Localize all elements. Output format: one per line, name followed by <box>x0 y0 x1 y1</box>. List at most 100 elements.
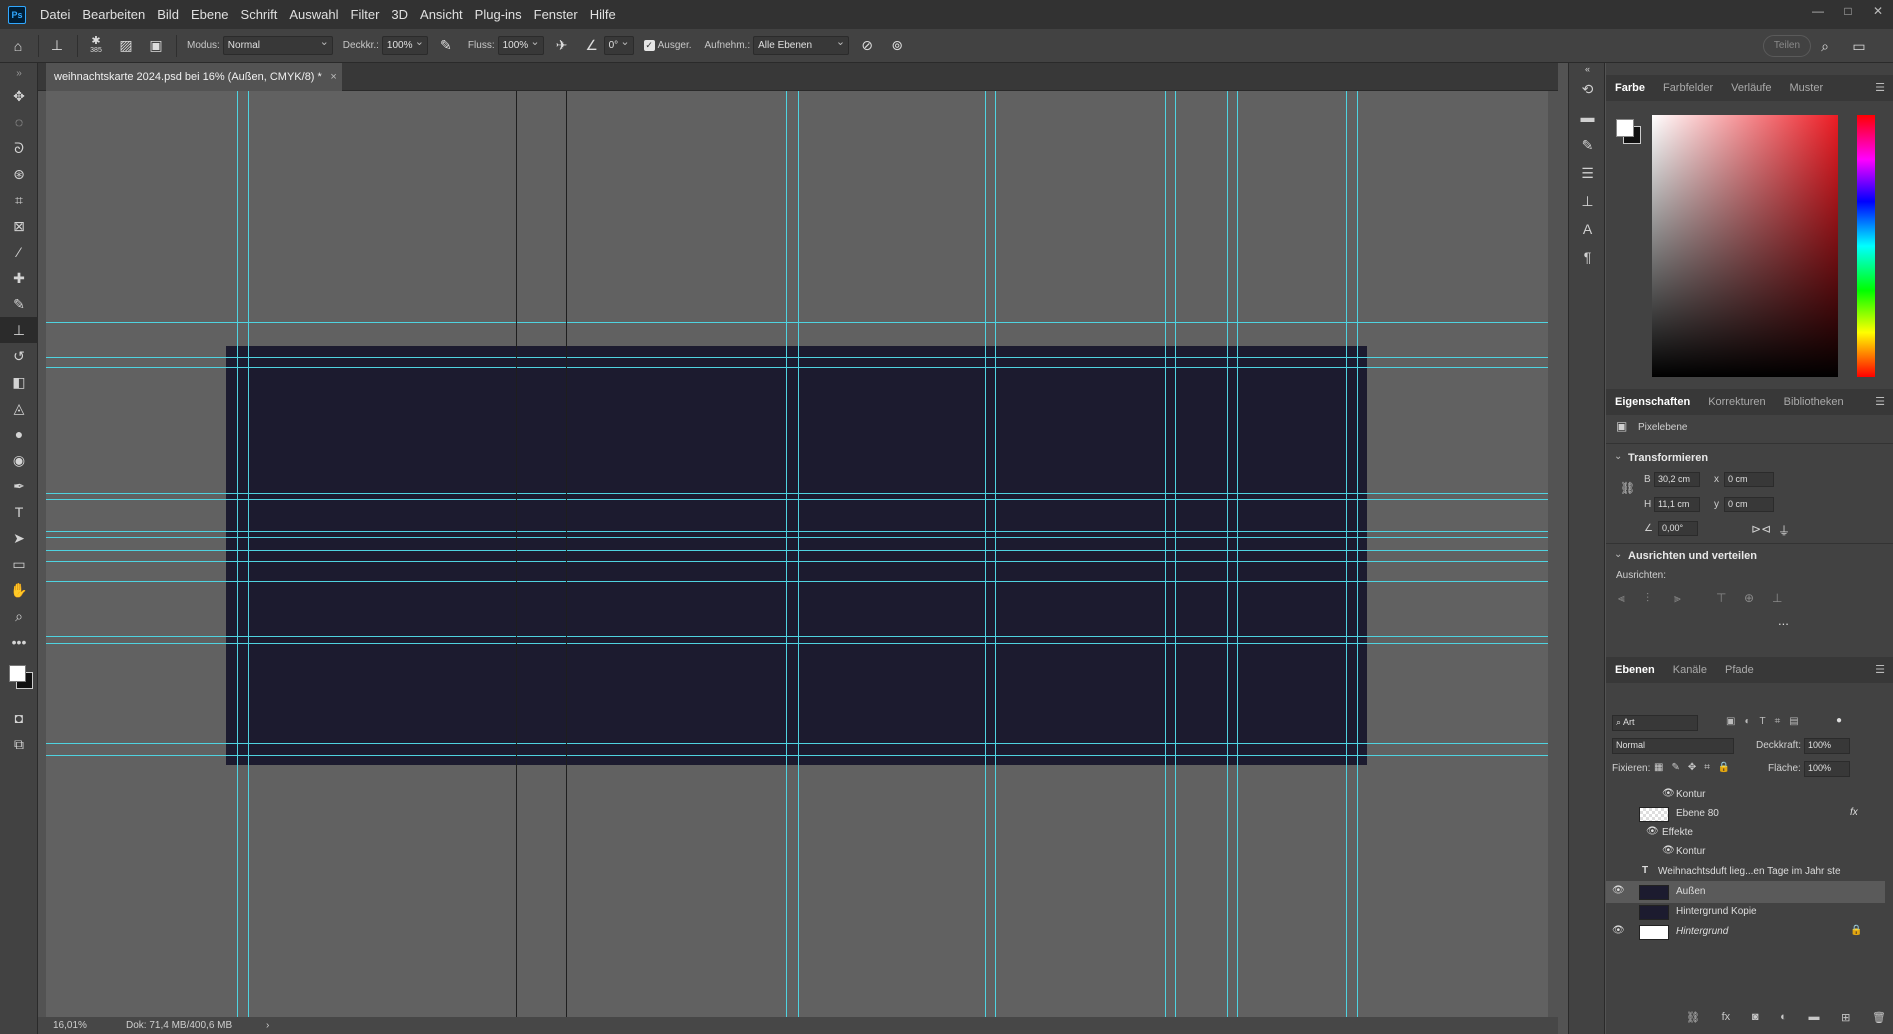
foreground-color-swatch[interactable] <box>9 665 26 682</box>
hue-slider[interactable] <box>1857 115 1875 377</box>
screen-mode-icon[interactable]: ⧉ <box>0 731 38 757</box>
tab-pfade[interactable]: Pfade <box>1716 657 1763 683</box>
align-left-icon[interactable]: ⫷ <box>1618 591 1625 606</box>
dodge-tool-icon[interactable]: ◉ <box>0 447 38 473</box>
layer-fill-input[interactable]: 100% <box>1804 761 1850 777</box>
lasso-tool-icon[interactable]: ᘐ <box>0 135 38 161</box>
collapse-toolbar-icon[interactable]: » <box>0 63 38 83</box>
history-brush-tool-icon[interactable]: ↺ <box>0 343 38 369</box>
chevron-down-icon[interactable]: ⌄ <box>1614 549 1622 560</box>
comments-icon[interactable]: ▬ <box>1569 103 1606 131</box>
more-options-button[interactable]: ... <box>1778 613 1789 628</box>
adjustments-icon[interactable]: ☰ <box>1569 159 1606 187</box>
frame-tool-icon[interactable]: ⊠ <box>0 213 38 239</box>
menu-ebene[interactable]: Ebene <box>185 0 235 29</box>
fx-add-icon[interactable]: fx <box>1722 1011 1731 1024</box>
menu-schrift[interactable]: Schrift <box>235 0 284 29</box>
menu-plugins[interactable]: Plug-ins <box>469 0 528 29</box>
crop-tool-icon[interactable]: ⌗ <box>0 187 38 213</box>
eye-icon[interactable]: 👁 <box>1612 885 1625 896</box>
paint-bucket-tool-icon[interactable]: ◬ <box>0 395 38 421</box>
new-layer-icon[interactable]: ⊞ <box>1841 1011 1850 1024</box>
height-input[interactable]: 11,1 cm <box>1654 497 1700 512</box>
chevron-down-icon[interactable]: ⌄ <box>1614 451 1622 462</box>
close-window-button[interactable]: ✕ <box>1863 0 1893 29</box>
share-button[interactable]: Teilen <box>1763 35 1811 57</box>
healing-brush-tool-icon[interactable]: ✚ <box>0 265 38 291</box>
menu-bild[interactable]: Bild <box>151 0 185 29</box>
eye-icon[interactable]: 👁 <box>1662 788 1675 799</box>
eyedropper-tool-icon[interactable]: ⁄ <box>0 239 38 265</box>
blur-tool-icon[interactable]: ● <box>0 421 38 447</box>
marquee-tool-icon[interactable]: ◌ <box>0 109 38 135</box>
clone-stamp-preset-icon[interactable]: ⊥ <box>45 34 69 58</box>
layer-filter-icons[interactable]: ▣◐T⌗▤ <box>1726 716 1808 727</box>
status-arrow-icon[interactable]: › <box>266 1017 269 1034</box>
layer-row[interactable]: 👁 Kontur <box>1606 841 1885 863</box>
collapse-strip-icon[interactable]: « <box>1569 63 1606 75</box>
paragraph-icon[interactable]: ¶ <box>1569 243 1606 271</box>
align-top-icon[interactable]: ⊤ <box>1716 591 1726 605</box>
clone-stamp-tool-icon[interactable]: ⊥ <box>0 317 38 343</box>
brush-tool-icon[interactable]: ✎ <box>0 291 38 317</box>
blend-mode-select[interactable]: Normal <box>1612 738 1734 754</box>
maximize-button[interactable]: □ <box>1833 0 1863 29</box>
sample-select[interactable]: Alle Ebenen <box>753 34 850 55</box>
workspace-icon[interactable]: ▭ <box>1847 34 1871 58</box>
flip-vertical-icon[interactable]: ⏚ <box>1778 522 1790 539</box>
align-middle-icon[interactable]: ⊕ <box>1744 591 1754 605</box>
clone-source-panel-icon[interactable]: ⊥ <box>1569 187 1606 215</box>
lock-icons[interactable]: ▦✎✥⌗🔒 <box>1654 762 1738 773</box>
eye-icon[interactable]: 👁 <box>1662 845 1675 856</box>
history-icon[interactable]: ⟲ <box>1569 75 1606 103</box>
close-document-icon[interactable]: × <box>330 63 336 91</box>
pressure-opacity-icon[interactable]: ✎ <box>434 34 458 58</box>
menu-auswahl[interactable]: Auswahl <box>283 0 344 29</box>
quick-mask-icon[interactable]: ◘ <box>0 705 38 731</box>
brush-preset-picker[interactable]: ✱ 385 <box>84 34 108 58</box>
ignore-adjustment-layers-icon[interactable]: ⊘ <box>855 34 879 58</box>
more-tools-icon[interactable]: ••• <box>0 629 38 655</box>
quick-selection-tool-icon[interactable]: ⊛ <box>0 161 38 187</box>
tab-ebenen[interactable]: Ebenen <box>1606 657 1664 683</box>
type-tool-icon[interactable]: T <box>0 499 38 525</box>
eraser-tool-icon[interactable]: ◧ <box>0 369 38 395</box>
rectangle-tool-icon[interactable]: ▭ <box>0 551 38 577</box>
pressure-size-icon[interactable]: ⊚ <box>885 34 909 58</box>
zoom-tool-icon[interactable]: ⌕ <box>0 603 38 629</box>
layer-row[interactable]: Hintergrund Kopie <box>1606 901 1885 923</box>
fx-icon[interactable]: fx <box>1850 807 1858 818</box>
flow-select[interactable]: 100% <box>497 34 544 55</box>
x-input[interactable]: 0 cm <box>1724 472 1774 487</box>
tab-kanaele[interactable]: Kanäle <box>1664 657 1716 683</box>
align-center-icon[interactable]: ⫶ <box>1646 591 1649 606</box>
move-tool-icon[interactable]: ✥ <box>0 83 38 109</box>
delete-layer-icon[interactable]: 🗑 <box>1872 1011 1886 1024</box>
minimize-button[interactable]: — <box>1803 0 1833 29</box>
flip-horizontal-icon[interactable]: ⊳⊲ <box>1751 522 1771 536</box>
eye-icon[interactable]: 👁 <box>1646 826 1659 837</box>
menu-ansicht[interactable]: Ansicht <box>414 0 469 29</box>
width-input[interactable]: 30,2 cm <box>1654 472 1700 487</box>
artboard[interactable] <box>226 346 1367 765</box>
layer-row[interactable]: 👁 Hintergrund 🔒 <box>1606 921 1885 943</box>
airbrush-icon[interactable]: ✈ <box>550 34 574 58</box>
link-layers-icon[interactable]: ⛓ <box>1686 1011 1700 1024</box>
hand-tool-icon[interactable]: ✋ <box>0 577 38 603</box>
pen-tool-icon[interactable]: ✒ <box>0 473 38 499</box>
brush-settings-panel-icon[interactable]: ✎ <box>1569 131 1606 159</box>
new-group-icon[interactable]: ▬ <box>1808 1011 1819 1024</box>
menu-hilfe[interactable]: Hilfe <box>584 0 622 29</box>
layer-row-selected[interactable]: 👁 Außen <box>1606 881 1885 903</box>
aligned-checkbox[interactable]: ✓ <box>643 40 655 51</box>
eye-icon[interactable]: 👁 <box>1612 925 1625 936</box>
path-selection-tool-icon[interactable]: ➤ <box>0 525 38 551</box>
menu-datei[interactable]: Datei <box>34 0 76 29</box>
menu-fenster[interactable]: Fenster <box>528 0 584 29</box>
angle-input[interactable]: 0,00° <box>1658 521 1698 536</box>
clone-source-icon[interactable]: ▣ <box>144 34 168 58</box>
menu-filter[interactable]: Filter <box>345 0 386 29</box>
foreground-swatch[interactable] <box>1616 119 1634 137</box>
home-icon[interactable]: ⌂ <box>6 34 30 58</box>
search-icon[interactable]: ⌕ <box>1813 34 1837 58</box>
